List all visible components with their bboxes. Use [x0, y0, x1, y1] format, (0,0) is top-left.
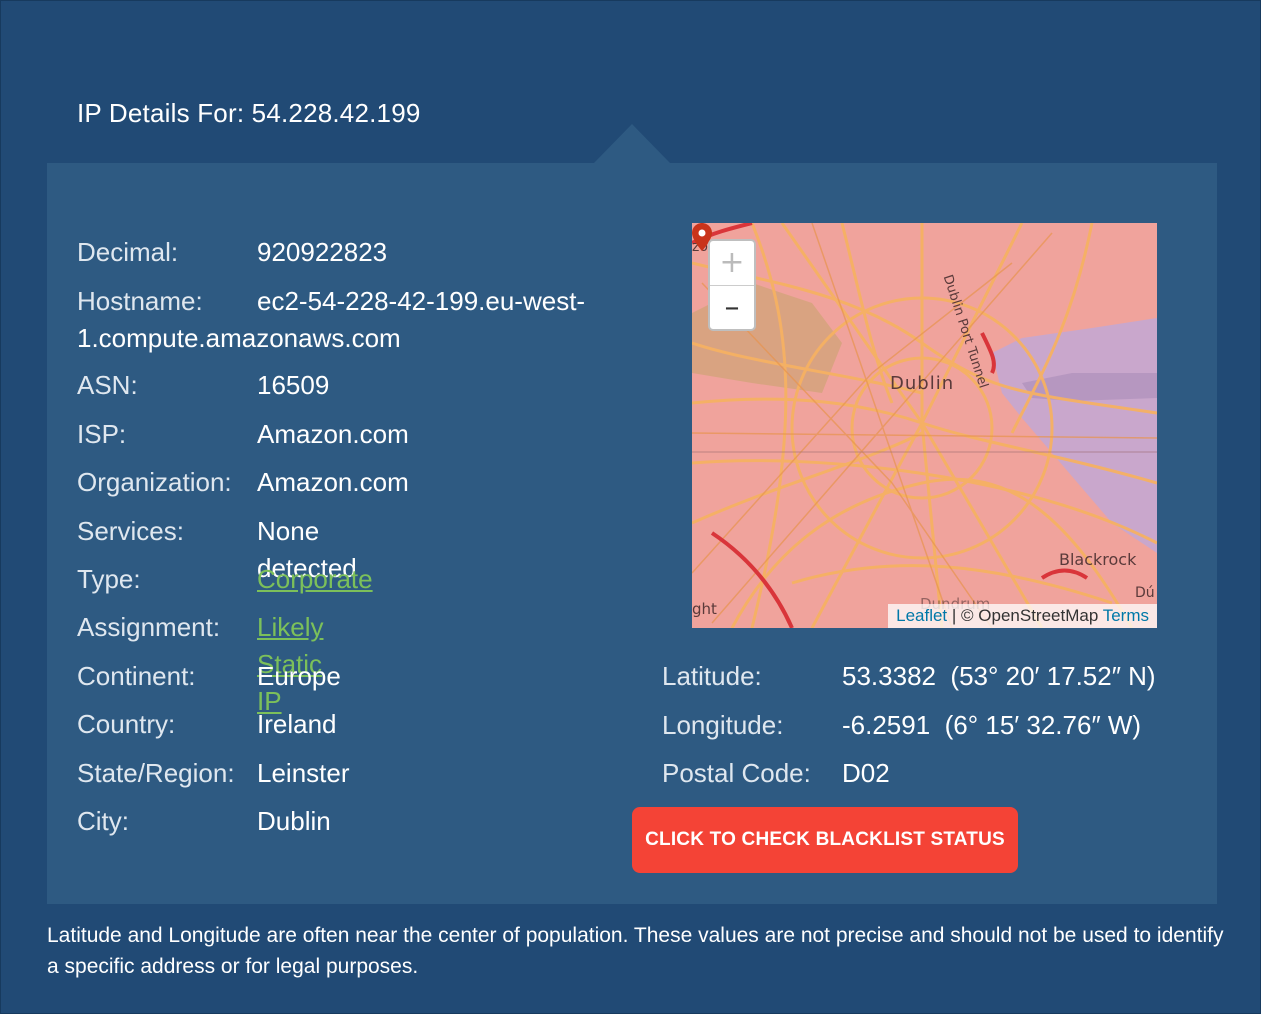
map-label-left-edge: ght	[692, 600, 717, 618]
map-label-right-edge: Dú	[1135, 585, 1155, 601]
type-link[interactable]: Corporate	[257, 561, 373, 598]
detail-value: Europe	[257, 661, 341, 691]
detail-label: Decimal:	[77, 237, 179, 267]
map-label-dublin: Dublin	[890, 373, 955, 394]
latitude-value: 53.3382 (53° 20′ 17.52″ N)	[842, 661, 1156, 691]
location-map[interactable]: Dublin Blackrock Dublin Port Tunnel Dund…	[692, 223, 1157, 628]
map-zoom-control: + –	[708, 239, 756, 331]
zoom-out-button[interactable]: –	[710, 286, 754, 330]
detail-row-hostname: Hostname: ec2-54-228-42-199.eu-west-1.co…	[77, 283, 597, 357]
longitude-value: -6.2591 (6° 15′ 32.76″ W)	[842, 710, 1142, 740]
detail-value: Amazon.com	[257, 467, 409, 497]
panel-pointer	[593, 124, 671, 164]
osm-credit: OpenStreetMap	[978, 606, 1099, 625]
leaflet-link[interactable]: Leaflet	[896, 606, 947, 625]
check-blacklist-button[interactable]: CLICK TO CHECK BLACKLIST STATUS	[632, 807, 1018, 873]
detail-label: Services:	[77, 516, 184, 546]
detail-label: Continent:	[77, 661, 196, 691]
detail-label: State/Region:	[77, 758, 235, 788]
postal-code-label: Postal Code:	[662, 758, 811, 788]
zoom-in-button[interactable]: +	[710, 241, 754, 286]
detail-value: Dublin	[257, 806, 331, 836]
detail-label: ISP:	[77, 419, 127, 449]
detail-value: 16509	[257, 370, 330, 400]
page-title: IP Details For: 54.228.42.199	[77, 98, 421, 128]
postal-code-value: D02	[842, 758, 890, 788]
longitude-label: Longitude:	[662, 710, 784, 740]
detail-label: City:	[77, 806, 129, 836]
detail-label: Country:	[77, 709, 176, 739]
detail-label: Organization:	[77, 467, 232, 497]
detail-label: Assignment:	[77, 612, 221, 642]
detail-label: Hostname:	[77, 286, 203, 316]
map-label-blackrock: Blackrock	[1059, 550, 1137, 569]
detail-value: Ireland	[257, 709, 337, 739]
detail-label: ASN:	[77, 370, 138, 400]
terms-link[interactable]: Terms	[1103, 606, 1149, 625]
disclaimer-text: Latitude and Longitude are often near th…	[47, 924, 1224, 978]
attribution-separator: | ©	[947, 606, 979, 625]
detail-value: Amazon.com	[257, 419, 409, 449]
detail-value: Leinster	[257, 758, 350, 788]
latitude-label: Latitude:	[662, 661, 762, 691]
detail-label: Type:	[77, 564, 141, 594]
detail-value: 920922823	[257, 237, 388, 267]
map-attribution: Leaflet | © OpenStreetMap Terms	[888, 604, 1157, 628]
